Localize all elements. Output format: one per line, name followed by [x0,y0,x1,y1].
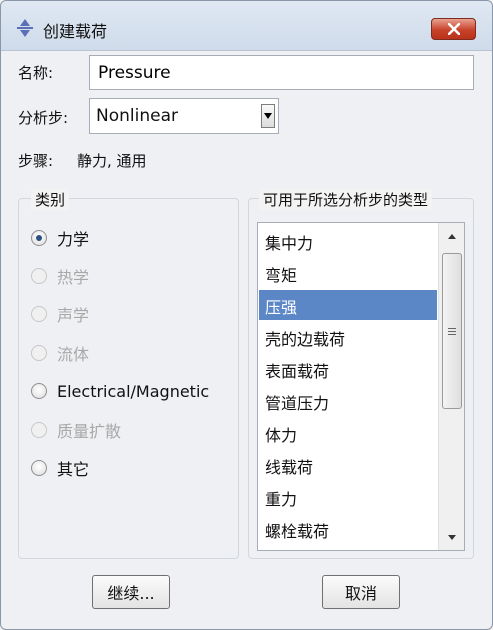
procedure-value: 静力, 通用 [77,152,147,170]
category-title: 类别 [31,189,70,210]
types-title: 可用于所选分析步的类型 [259,189,433,210]
scroll-down-icon[interactable] [439,526,464,548]
title-bar[interactable]: 创建载荷 [1,1,492,51]
list-item[interactable]: 集中力 [259,226,437,256]
window-title: 创建载荷 [43,22,108,41]
name-input[interactable] [89,55,474,90]
list-item[interactable]: 体力 [259,418,437,448]
radio-mass-diffusion: 质量扩散 [31,419,121,441]
radio-label: 力学 [57,230,90,249]
scrollbar[interactable] [438,223,464,550]
grip-icon [448,327,456,335]
radio-button[interactable] [31,230,47,246]
chevron-down-icon[interactable] [261,104,275,128]
list-item[interactable]: 线载荷 [259,450,437,480]
category-group [18,198,239,559]
radio-thermal: 热学 [31,265,89,287]
list-item[interactable]: 重力 [259,482,437,512]
radio-button[interactable] [31,383,47,399]
radio-button [31,345,47,361]
close-button[interactable] [431,18,476,40]
list-item[interactable]: 管道压力 [259,386,437,416]
continue-button[interactable]: 继续... [92,575,170,609]
procedure-label: 步骤: [18,152,54,170]
radio-label: 质量扩散 [57,422,122,441]
step-label: 分析步: [18,109,69,127]
list-item[interactable]: 弯矩 [259,258,437,288]
create-load-dialog: 创建载荷 名称: 分析步: Nonlinear 步骤: 静力, 通用 类别 力学… [0,0,493,630]
radio-electrical-magnetic[interactable]: Electrical/Magnetic [31,380,209,402]
radio-label: 流体 [57,345,90,364]
radio-label: 热学 [57,268,90,287]
list-item[interactable]: 壳的边载荷 [259,322,437,352]
close-icon [447,23,460,35]
radio-button[interactable] [31,460,47,476]
radio-label: Electrical/Magnetic [57,381,210,401]
radio-fluid: 流体 [31,342,89,364]
list-item-selected[interactable]: 压强 [259,290,437,320]
step-select[interactable]: Nonlinear [89,98,279,134]
radio-acoustic: 声学 [31,303,89,325]
radio-mechanical[interactable]: 力学 [31,227,89,249]
step-select-value: Nonlinear [96,106,178,126]
list-item[interactable]: 表面载荷 [259,354,437,384]
radio-other[interactable]: 其它 [31,457,89,479]
radio-label: 其它 [57,460,90,479]
load-icon [17,19,33,37]
list-item[interactable]: 螺栓载荷 [259,514,437,544]
radio-label: 声学 [57,306,90,325]
scroll-up-icon[interactable] [439,225,464,247]
load-type-list[interactable]: 集中力 弯矩 压强 壳的边载荷 表面载荷 管道压力 体力 线载荷 重力 螺栓载荷 [257,222,465,551]
cancel-button[interactable]: 取消 [322,575,400,609]
radio-button [31,268,47,284]
name-label: 名称: [18,64,54,82]
radio-button [31,306,47,322]
radio-button [31,422,47,438]
scroll-thumb[interactable] [442,253,462,409]
